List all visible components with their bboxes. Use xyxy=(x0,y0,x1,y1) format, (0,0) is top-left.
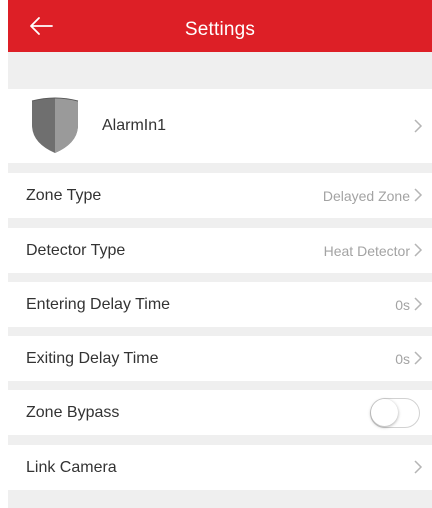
row-value: Heat Detector xyxy=(323,243,410,259)
chevron-right-icon xyxy=(414,243,423,257)
entering-delay-row[interactable]: Entering Delay Time 0s xyxy=(8,282,432,327)
row-label: Exiting Delay Time xyxy=(26,350,159,367)
toggle-knob xyxy=(371,399,398,426)
detector-type-row[interactable]: Detector Type Heat Detector xyxy=(8,228,432,273)
page-title: Settings xyxy=(184,19,256,40)
row-label: Link Camera xyxy=(26,459,117,476)
chevron-right-icon xyxy=(414,351,423,365)
row-value: 0s xyxy=(395,297,410,313)
chevron-right-icon xyxy=(414,460,423,474)
zone-bypass-row: Zone Bypass xyxy=(8,390,432,435)
row-value: 0s xyxy=(395,351,410,367)
row-label: Zone Type xyxy=(26,187,102,204)
header-bar: Settings xyxy=(8,0,432,52)
left-border xyxy=(0,0,8,508)
chevron-right-icon xyxy=(414,188,423,202)
exiting-delay-row[interactable]: Exiting Delay Time 0s xyxy=(8,336,432,381)
chevron-right-icon xyxy=(414,119,423,133)
zone-type-row[interactable]: Zone Type Delayed Zone xyxy=(8,173,432,218)
settings-list: AlarmIn1 Zone Type Delayed Zone Detector… xyxy=(8,52,432,508)
row-label: Zone Bypass xyxy=(26,404,120,421)
zone-bypass-toggle[interactable] xyxy=(370,398,420,428)
row-label: Entering Delay Time xyxy=(26,296,171,313)
chevron-right-icon xyxy=(414,297,423,311)
device-row[interactable]: AlarmIn1 xyxy=(8,89,432,163)
link-camera-row[interactable]: Link Camera xyxy=(8,445,432,490)
row-value: Delayed Zone xyxy=(322,188,410,204)
row-label: Detector Type xyxy=(26,242,126,259)
device-name: AlarmIn1 xyxy=(102,117,167,134)
shield-icon xyxy=(31,97,79,153)
